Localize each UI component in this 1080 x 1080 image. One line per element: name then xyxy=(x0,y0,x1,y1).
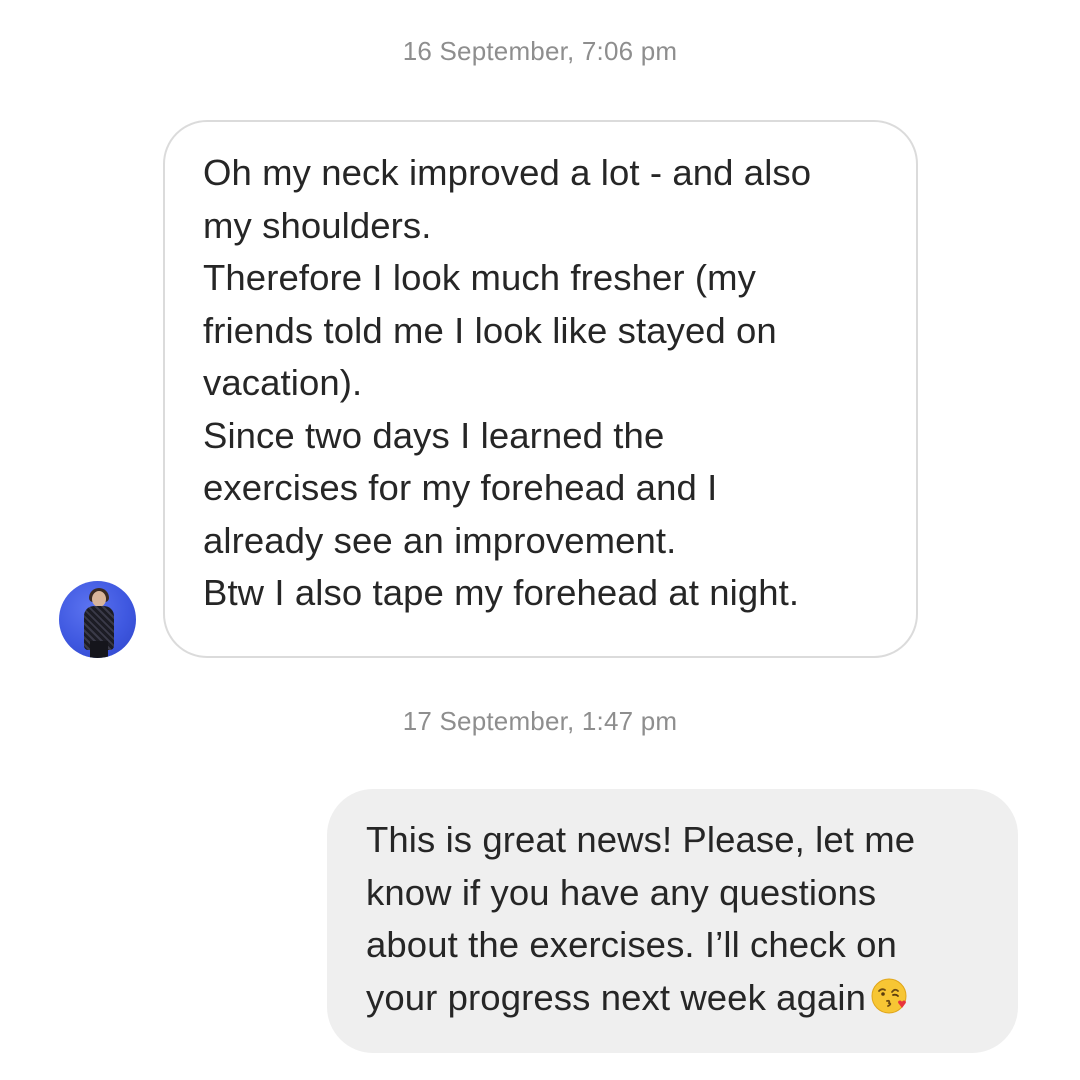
message-last-line: your progress next week again xyxy=(366,972,996,1025)
message-line-text: your progress next week again xyxy=(366,976,866,1018)
message-line: friends told me I look like stayed on xyxy=(203,309,777,351)
avatar-legs xyxy=(90,641,108,658)
timestamp: 17 September, 1:47 pm xyxy=(402,706,678,736)
message-line: Oh my neck improved a lot - and also xyxy=(203,152,812,193)
message-line: my shoulders. xyxy=(203,204,432,246)
message-line: This is great news! Please, let me xyxy=(366,819,916,860)
message-line: vacation). xyxy=(203,362,363,403)
message-line: Therefore I look much fresher (my xyxy=(203,257,757,298)
message-line: know if you have any questions xyxy=(366,871,877,913)
message-line: already see an improvement. xyxy=(203,519,677,561)
sender-avatar[interactable] xyxy=(59,581,136,658)
message-line: about the exercises. I’ll check on xyxy=(366,924,897,965)
face-blowing-a-kiss-icon xyxy=(871,978,907,1013)
message-line: exercises for my forehead and I xyxy=(203,467,718,508)
message-line: Btw I also tape my forehead at night. xyxy=(203,572,800,613)
timestamp: 16 September, 7:06 pm xyxy=(402,36,678,66)
avatar-face xyxy=(92,591,106,607)
message-line: Since two days I learned the xyxy=(203,414,665,456)
incoming-message-bubble[interactable]: Oh my neck improved a lot - and also my … xyxy=(163,120,918,658)
outgoing-message-bubble[interactable]: This is great news! Please, let me know … xyxy=(327,789,1018,1053)
